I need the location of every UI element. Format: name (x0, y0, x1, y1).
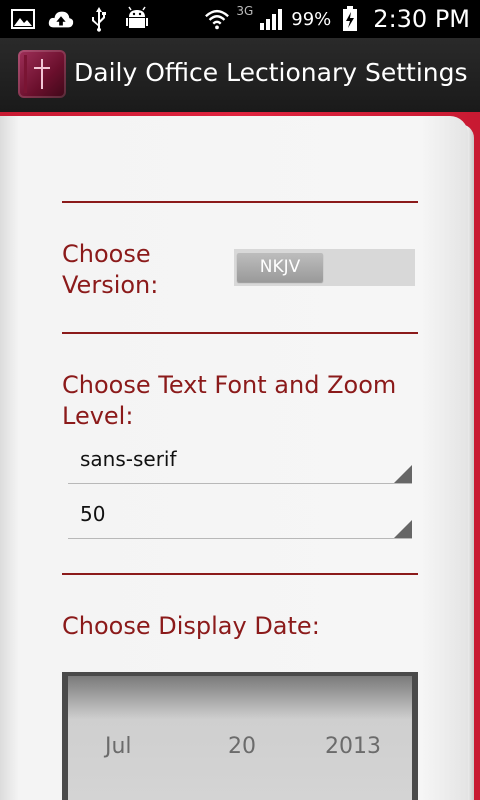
date-picker-wheel[interactable]: Jul 20 2013 (68, 676, 412, 800)
font-select-value: sans-serif (80, 447, 177, 471)
date-day[interactable]: 20 (228, 734, 256, 759)
divider (62, 573, 418, 575)
date-month[interactable]: Jul (105, 734, 132, 759)
divider (62, 201, 418, 203)
signal-strength-icon (259, 6, 285, 32)
cloud-upload-icon (48, 6, 74, 32)
font-zoom-label: Choose Text Font and Zoom Level: (62, 371, 397, 430)
version-label: Choose Version: (62, 240, 159, 299)
version-toggle[interactable]: NKJV (234, 249, 415, 286)
android-debug-icon (124, 6, 150, 32)
date-label: Choose Display Date: (62, 612, 320, 640)
font-select[interactable]: sans-serif (68, 437, 412, 484)
battery-percentage: 99% (291, 8, 332, 30)
clock: 2:30 PM (373, 5, 470, 33)
wifi-icon (204, 6, 230, 32)
zoom-select[interactable]: 50 (68, 492, 412, 539)
gallery-icon (10, 6, 36, 32)
divider (62, 332, 418, 334)
page-title: Daily Office Lectionary Settings (74, 58, 468, 87)
bible-app-icon[interactable] (18, 50, 66, 98)
zoom-select-value: 50 (80, 502, 106, 526)
status-bar: 3G 99% 2:30 PM (0, 0, 480, 38)
version-toggle-knob[interactable]: NKJV (237, 253, 323, 282)
network-type: 3G (236, 4, 254, 18)
dropdown-arrow-icon (394, 520, 412, 538)
action-bar: Daily Office Lectionary Settings (0, 38, 480, 112)
usb-icon (86, 6, 112, 32)
date-picker[interactable]: Jul 20 2013 (62, 672, 418, 800)
battery-charging-icon (337, 6, 363, 32)
date-year[interactable]: 2013 (325, 734, 381, 759)
dropdown-arrow-icon (394, 465, 412, 483)
